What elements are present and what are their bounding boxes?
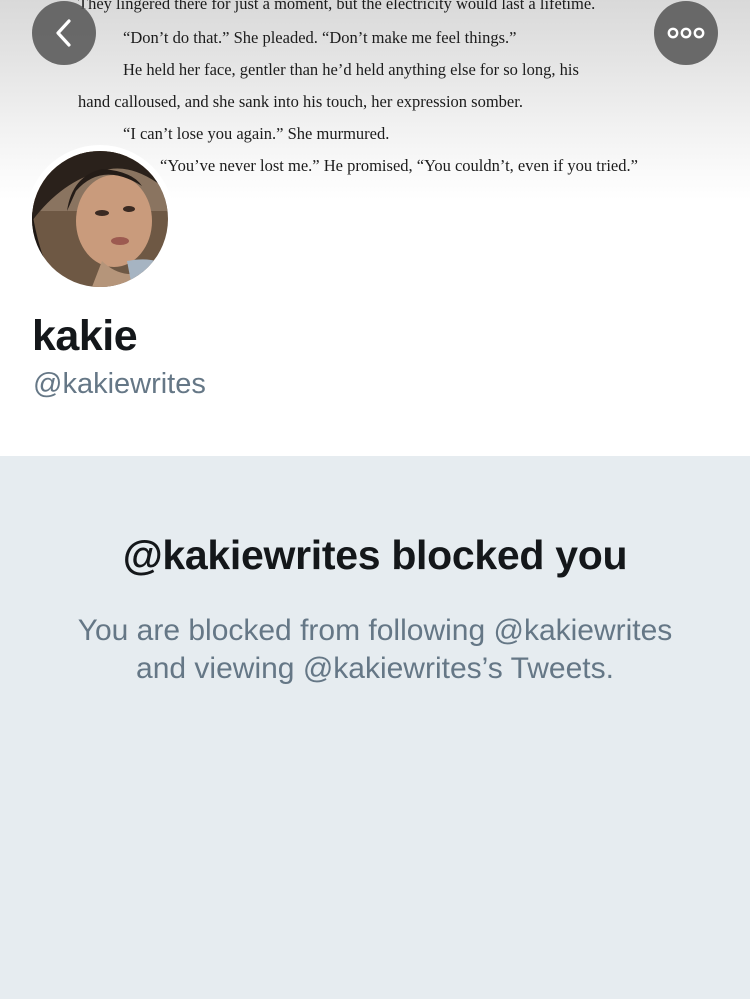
banner-line: “I can’t lose you again.” She murmured.	[123, 124, 390, 143]
more-button[interactable]	[654, 1, 718, 65]
chevron-left-icon	[56, 19, 71, 47]
profile-display-name: kakie	[32, 312, 138, 360]
blocked-description: You are blocked from following @kakiewri…	[77, 614, 673, 685]
more-horizontal-icon	[667, 27, 705, 39]
banner-line: “You’ve never lost me.” He promised, “Yo…	[160, 156, 638, 175]
banner-line: hand calloused, and she sank into his to…	[78, 92, 523, 111]
avatar-image	[32, 151, 168, 287]
avatar[interactable]	[32, 151, 168, 287]
blocked-title: @kakiewrites blocked you	[122, 532, 628, 578]
blocked-notice: @kakiewrites blocked you You are blocked…	[0, 456, 750, 999]
banner-line: “Don’t do that.” She pleaded. “Don’t mak…	[123, 28, 517, 47]
profile-handle: @kakiewrites	[33, 368, 206, 400]
banner-line: They lingered there for just a moment, b…	[78, 0, 596, 13]
back-button[interactable]	[32, 1, 96, 65]
banner-line: He held her face, gentler than he’d held…	[123, 60, 579, 79]
